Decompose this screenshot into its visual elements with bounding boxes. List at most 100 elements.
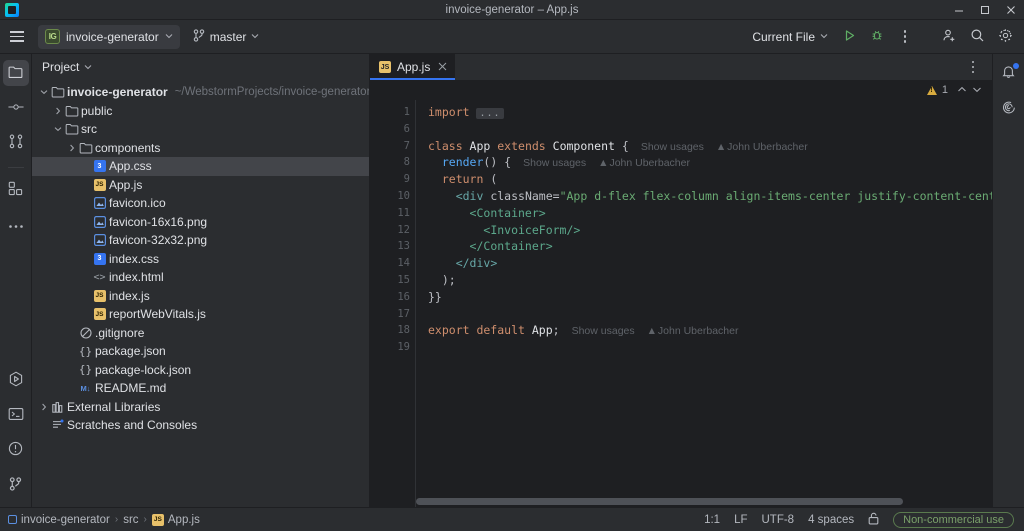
tree-item-index-js[interactable]: JS index.js — [32, 287, 369, 306]
run-button[interactable] — [836, 24, 862, 50]
sidebar-item-structure[interactable] — [3, 177, 29, 203]
sidebar-item-pull-requests[interactable] — [3, 130, 29, 156]
project-widget[interactable]: IG invoice-generator — [38, 24, 180, 49]
chevron-down-icon[interactable] — [972, 84, 982, 96]
chevron-up-icon[interactable] — [957, 84, 967, 96]
sidebar-item-run[interactable] — [3, 367, 29, 393]
scrollbar-thumb[interactable] — [416, 498, 903, 505]
sidebar-item-terminal[interactable] — [3, 402, 29, 428]
close-icon[interactable] — [438, 61, 447, 73]
line-number: 8 — [403, 156, 410, 169]
gutter-line-8[interactable]: 8 — [370, 154, 430, 171]
code-token-import: import — [428, 105, 470, 119]
tree-item-app-css[interactable]: 3 App.css — [32, 157, 369, 176]
run-configuration-selector[interactable]: Current File — [746, 25, 834, 49]
gutter-line-11[interactable]: 11 — [370, 205, 416, 222]
maximize-button[interactable] — [972, 0, 998, 20]
tab-app-js[interactable]: JS App.js — [370, 54, 456, 80]
inlay-show-usages[interactable]: Show usages — [523, 157, 586, 169]
breadcrumb[interactable]: invoice-generator › src › JS App.js — [8, 513, 200, 526]
tree-item-components[interactable]: components — [32, 139, 369, 158]
tree-item-public[interactable]: public — [32, 102, 369, 121]
search-button[interactable] — [964, 24, 990, 50]
settings-button[interactable] — [992, 24, 1018, 50]
unlocked-icon[interactable] — [868, 512, 879, 528]
gutter-line-10[interactable]: 10 — [370, 188, 416, 205]
sidebar-item-problems[interactable] — [3, 437, 29, 463]
minimize-button[interactable] — [946, 0, 972, 20]
sidebar-item-version-control[interactable] — [3, 472, 29, 498]
chevron-down-icon[interactable] — [52, 126, 63, 132]
gutter-line-16[interactable]: 16 — [370, 289, 416, 306]
line-separator[interactable]: LF — [734, 514, 747, 526]
tree-item-index-html[interactable]: <> index.html — [32, 268, 369, 287]
tree-item-scratches-and-consoles[interactable]: Scratches and Consoles — [32, 416, 369, 435]
tree-item-app-js[interactable]: JS App.js — [32, 176, 369, 195]
main-toolbar: IG invoice-generator master Current File — [0, 20, 1024, 54]
gutter-line-12[interactable]: 12 — [370, 222, 416, 239]
caret-position[interactable]: 1:1 — [704, 514, 720, 526]
indent-setting[interactable]: 4 spaces — [808, 514, 854, 526]
chevron-right-icon[interactable] — [38, 403, 49, 411]
inlay-author[interactable]: ▲ John Uberbacher — [716, 141, 808, 153]
chevron-down-icon[interactable] — [38, 89, 49, 95]
tree-item-gitignore[interactable]: .gitignore — [32, 324, 369, 343]
code-content[interactable]: ›import ... class App extends Component … — [416, 100, 992, 507]
license-badge[interactable]: Non-commercial use — [893, 511, 1014, 528]
git-branch-widget[interactable]: master — [186, 25, 267, 49]
folded-region[interactable]: ... — [476, 108, 504, 119]
tree-item-favicon-32x32-png[interactable]: favicon-32x32.png — [32, 231, 369, 250]
sidebar-item-more-tools[interactable] — [3, 212, 29, 238]
inlay-show-usages[interactable]: Show usages — [641, 141, 704, 153]
notifications-button[interactable] — [996, 60, 1022, 86]
tree-item-favicon-ico[interactable]: favicon.ico — [32, 194, 369, 213]
chevron-right-icon[interactable] — [52, 107, 63, 115]
breadcrumb-item[interactable]: invoice-generator — [8, 514, 110, 526]
ai-assistant-button[interactable] — [996, 95, 1022, 121]
tree-item-package-lock-json[interactable]: {} package-lock.json — [32, 361, 369, 380]
editor-gutter[interactable]: 1 6 7 8 9 10 11 12 13 14 15 16 17 18 19 — [370, 100, 430, 507]
gutter-line-13[interactable]: 13 — [370, 238, 416, 255]
horizontal-scrollbar[interactable] — [416, 498, 982, 505]
tree-item-src[interactable]: src — [32, 120, 369, 139]
close-button[interactable] — [998, 0, 1024, 20]
tree-item-external-libraries[interactable]: External Libraries — [32, 398, 369, 417]
sidebar-item-project[interactable] — [2, 60, 29, 86]
project-panel-header[interactable]: Project — [32, 54, 369, 80]
gutter-line-19[interactable]: 19 — [370, 339, 416, 356]
code-editor[interactable]: 1678910111213141516171819 ›import ... cl… — [370, 100, 992, 507]
editor-tab-options-button[interactable] — [960, 54, 986, 80]
gutter-line-6[interactable]: 6 — [370, 121, 416, 138]
gutter-line-14[interactable]: 14 — [370, 255, 416, 272]
breadcrumb-item[interactable]: JS App.js — [151, 513, 200, 526]
chevron-right-icon[interactable] — [66, 144, 77, 152]
inlay-author[interactable]: ▲ John Uberbacher — [598, 157, 690, 169]
line-number: 14 — [397, 257, 410, 270]
warning-count: 1 — [941, 84, 948, 96]
gutter-line-18[interactable]: 18 — [370, 322, 416, 339]
tree-item-favicon-16x16-png[interactable]: favicon-16x16.png — [32, 213, 369, 232]
more-actions-button[interactable] — [892, 24, 918, 50]
gutter-line-15[interactable]: 15 — [370, 272, 416, 289]
inlay-author[interactable]: ▲ John Uberbacher — [647, 325, 739, 337]
tree-item-index-css[interactable]: 3 index.css — [32, 250, 369, 269]
breadcrumb-item[interactable]: src — [123, 514, 138, 526]
tab-active-indicator — [370, 78, 456, 80]
inlay-show-usages[interactable]: Show usages — [572, 325, 635, 337]
inspection-widget[interactable]: 1 — [370, 80, 992, 100]
line-number: 19 — [397, 341, 410, 354]
file-encoding[interactable]: UTF-8 — [762, 514, 795, 526]
tree-item-invoice-generator[interactable]: invoice-generator ~/WebstormProjects/invo… — [32, 83, 369, 102]
gutter-line-9[interactable]: 9 — [370, 171, 416, 188]
tree-item-reportwebvitals-js[interactable]: JS reportWebVitals.js — [32, 305, 369, 324]
gutter-line-1[interactable]: 1 — [370, 104, 416, 121]
debug-button[interactable] — [864, 24, 890, 50]
gutter-line-17[interactable]: 17 — [370, 306, 416, 323]
sidebar-item-commit[interactable] — [3, 95, 29, 121]
project-tree[interactable]: invoice-generator ~/WebstormProjects/invo… — [32, 80, 369, 507]
tree-item-package-json[interactable]: {} package.json — [32, 342, 369, 361]
main-menu-button[interactable] — [0, 20, 34, 54]
add-account-button[interactable] — [936, 24, 962, 50]
tree-item-readme-md[interactable]: M↓ README.md — [32, 379, 369, 398]
gutter-line-7[interactable]: 7 — [370, 138, 416, 155]
